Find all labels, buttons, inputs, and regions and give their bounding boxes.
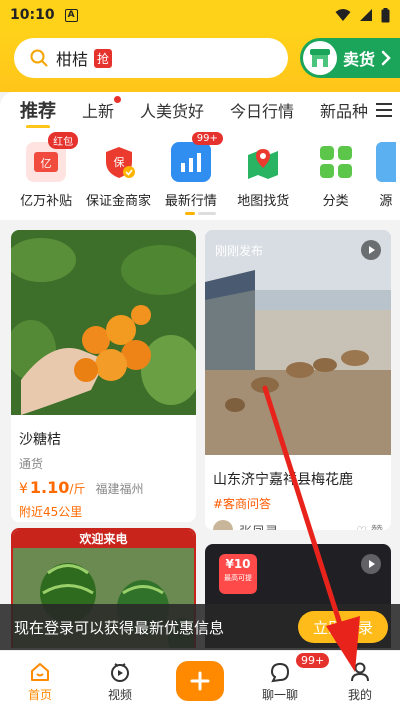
- nav-publish[interactable]: [160, 651, 240, 711]
- search-input[interactable]: 柑桔 抢: [14, 38, 288, 78]
- shortcut-source[interactable]: 源: [372, 128, 400, 220]
- page-dot-active: [185, 212, 195, 215]
- status-bar: 10:10 A: [0, 0, 400, 30]
- category-tabs: 推荐 上新 人美货好 今日行情 新品种植: [0, 92, 400, 129]
- home-icon: [31, 663, 49, 681]
- login-button[interactable]: 立即登录: [298, 611, 388, 643]
- map-pin-icon: [243, 142, 283, 182]
- search-text: 柑桔: [56, 50, 89, 69]
- video-icon: [111, 663, 129, 682]
- nav-profile[interactable]: 我的: [320, 651, 400, 711]
- nav-video-label: 视频: [107, 688, 132, 702]
- play-icon[interactable]: [361, 554, 381, 574]
- product-grade: 通货: [19, 457, 44, 471]
- nav-profile-label: 我的: [347, 688, 372, 702]
- shortcut-subsidy-badge: 红包: [48, 132, 79, 149]
- header: 柑桔 抢 卖货: [0, 30, 400, 92]
- plus-icon: [176, 661, 224, 701]
- login-toast: 现在登录可以获得最新优惠信息 立即登录: [0, 604, 400, 650]
- product-location: 福建福州: [95, 482, 144, 496]
- wifi-icon: [335, 9, 351, 21]
- video-card[interactable]: 刚刚发布 山东济宁嘉祥县梅花鹿 #客商问答 张凤灵 ♡ 赞: [205, 230, 391, 530]
- product-feed: 沙糖桔 通货 ¥ 1.10 /斤 福建福州 附近45公里 刚刚发布 山东济宁嘉祥…: [0, 228, 400, 648]
- oranges-photo: [11, 230, 196, 415]
- shortcut-row: 亿 红包 亿万补贴 保 保证金商家 99+ 最新行情 地图找货 分类 源: [0, 128, 400, 220]
- svg-text:亿: 亿: [41, 157, 52, 170]
- notification-a-icon: A: [64, 8, 78, 22]
- search-icon: [30, 49, 48, 67]
- shop-icon: [303, 41, 337, 75]
- tab-beautiful-goods[interactable]: 人美货好: [140, 98, 204, 122]
- shortcut-map-search[interactable]: 地图找货: [227, 128, 299, 220]
- shortcut-subsidy-label: 亿万补贴: [20, 194, 73, 209]
- video-tag[interactable]: #客商问答: [213, 495, 383, 512]
- shield-icon: 保: [99, 142, 139, 182]
- source-icon: [375, 142, 396, 182]
- avatar[interactable]: [213, 520, 233, 530]
- person-icon: [351, 662, 369, 682]
- nav-chat-label: 聊一聊: [261, 688, 298, 702]
- page-dot: [198, 212, 216, 215]
- tab-today-market[interactable]: 今日行情: [230, 98, 294, 122]
- chevron-right-icon: [381, 50, 391, 66]
- nav-video[interactable]: 视频: [80, 651, 160, 711]
- shortcut-category[interactable]: 分类: [299, 128, 371, 220]
- welcome-banner: 欢迎来电: [13, 530, 194, 548]
- heart-icon: ♡: [356, 524, 367, 531]
- coupon-subtitle: 最高可提: [224, 574, 252, 582]
- shortcut-market-prices-badge: 99+: [191, 132, 223, 145]
- chat-icon: [270, 662, 290, 683]
- category-grid-icon: [316, 142, 356, 182]
- product-title: 沙糖桔: [19, 432, 61, 448]
- play-icon[interactable]: [361, 240, 381, 260]
- chart-icon: 99+: [170, 132, 223, 182]
- like-label: 赞: [371, 524, 383, 531]
- shortcut-source-label: 源: [379, 194, 393, 209]
- status-icons: [335, 7, 390, 23]
- shortcut-market-prices[interactable]: 99+ 最新行情: [155, 128, 227, 220]
- price-currency: ¥: [19, 481, 28, 497]
- product-card[interactable]: 沙糖桔 通货 ¥ 1.10 /斤 福建福州 附近45公里: [11, 230, 196, 522]
- deer-photo: [205, 230, 391, 455]
- sell-button-label: 卖货: [343, 50, 376, 69]
- nav-chat[interactable]: 99+ 聊一聊: [240, 651, 330, 711]
- shortcut-subsidy[interactable]: 亿 红包 亿万补贴: [10, 128, 82, 220]
- nav-home-label: 首页: [27, 688, 52, 702]
- bottom-nav: 首页 视频 99+ 聊一聊 我的: [0, 650, 400, 711]
- login-toast-text: 现在登录可以获得最新优惠信息: [14, 618, 225, 637]
- product-price: ¥ 1.10 /斤 福建福州: [19, 478, 188, 497]
- coupon-widget[interactable]: ¥10 最高可提: [219, 554, 257, 594]
- just-published-label: 刚刚发布: [215, 244, 264, 258]
- video-title: 山东济宁嘉祥县梅花鹿: [213, 472, 353, 488]
- hot-badge: 抢: [94, 48, 113, 68]
- sell-button[interactable]: 卖货: [300, 38, 400, 78]
- page-indicator: [185, 212, 216, 215]
- author-name: 张凤灵: [239, 521, 278, 531]
- battery-icon: [381, 7, 390, 22]
- like-button[interactable]: ♡ 赞: [356, 522, 383, 531]
- shortcut-category-label: 分类: [322, 194, 349, 209]
- shortcut-deposit-merchant[interactable]: 保 保证金商家: [82, 128, 154, 220]
- nav-home[interactable]: 首页: [0, 651, 80, 711]
- tab-recommend[interactable]: 推荐: [20, 97, 56, 129]
- status-time: 10:10: [10, 7, 55, 23]
- tab-new[interactable]: 上新: [82, 96, 122, 122]
- menu-icon[interactable]: [368, 92, 400, 128]
- tab-new-dot: [114, 96, 122, 103]
- tab-new-label: 上新: [82, 102, 115, 121]
- price-value: 1.10: [29, 478, 70, 497]
- shortcut-market-prices-label: 最新行情: [164, 194, 217, 209]
- product-distance: 附近45公里: [19, 505, 83, 519]
- red-envelope-icon: 亿 红包: [26, 132, 79, 182]
- coupon-amount: ¥10: [225, 557, 251, 571]
- author-row: 张凤灵 ♡ 赞: [213, 520, 383, 530]
- price-unit: /斤: [69, 482, 86, 496]
- shortcut-deposit-merchant-label: 保证金商家: [86, 194, 152, 209]
- svg-text:保: 保: [113, 155, 124, 169]
- signal-icon: [360, 9, 372, 21]
- shortcut-map-search-label: 地图找货: [237, 194, 290, 209]
